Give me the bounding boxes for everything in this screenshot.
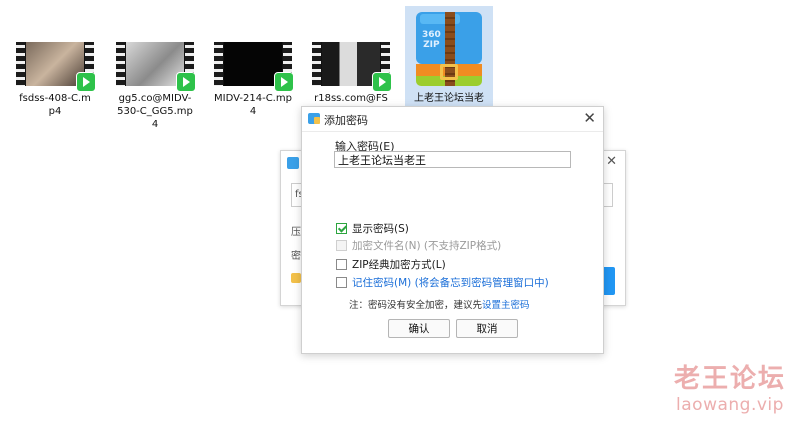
watermark-cn: 老王论坛 (673, 364, 786, 394)
video-file-gg5[interactable]: gg5.co@MIDV-530-C_GG5.mp4 (110, 8, 200, 131)
file-name: gg5.co@MIDV-530-C_GG5.mp4 (117, 93, 193, 130)
zip-archive-icon: 360 ZIP (414, 10, 484, 90)
video-file-midv214[interactable]: MIDV-214-C.mp4 (208, 8, 298, 118)
compress-label: 压 (291, 227, 301, 238)
lock-icon (291, 273, 301, 283)
add-password-dialog: 添加密码 ✕ 输入密码(E) 显示密码(S) 加密文件名(N) (不支持ZIP格… (301, 106, 604, 354)
file-name: fsdss-408-C.mp4 (19, 93, 91, 117)
note-text: 注：密码没有安全加密，建议先 (349, 300, 483, 311)
video-player-icon (76, 72, 96, 92)
video-file-r18ss[interactable]: r18ss.com@FS (306, 8, 396, 105)
zip-classic-encryption-checkbox[interactable]: ZIP经典加密方式(L) (336, 257, 446, 271)
video-player-icon (176, 72, 196, 92)
password-label: 密 (291, 251, 301, 262)
zip-classic-label: ZIP经典加密方式(L) (352, 258, 446, 271)
file-name: MIDV-214-C.mp4 (214, 93, 292, 117)
checkbox-icon (336, 276, 347, 288)
video-player-icon (274, 72, 294, 92)
close-icon[interactable]: ✕ (583, 109, 596, 127)
video-thumbnail (312, 42, 392, 92)
checkbox-disabled-icon (336, 239, 347, 251)
encrypt-filenames-label: 加密文件名(N) (不支持ZIP格式) (352, 239, 502, 252)
checkbox-icon (336, 258, 347, 270)
remember-password-label: 记住密码(M) (将会备忘到密码管理窗口中) (352, 276, 549, 289)
checkbox-checked-icon (336, 222, 347, 234)
app-icon (287, 157, 299, 169)
dialog-title: 添加密码 (324, 114, 368, 127)
file-name: 上老王论坛当老 (414, 93, 484, 104)
video-thumbnail (214, 42, 294, 92)
zip-archive-file[interactable]: 360 ZIP 上老王论坛当老 (405, 6, 493, 112)
show-password-label: 显示密码(S) (352, 222, 409, 235)
remember-password-checkbox[interactable]: 记住密码(M) (将会备忘到密码管理窗口中) (336, 275, 549, 289)
set-master-password-link[interactable]: 设置主密码 (482, 300, 530, 311)
lock-folder-icon (308, 113, 320, 124)
encrypt-filenames-checkbox: 加密文件名(N) (不支持ZIP格式) (336, 238, 501, 252)
show-password-checkbox[interactable]: 显示密码(S) (336, 221, 409, 235)
video-file-fsdss[interactable]: fsdss-408-C.mp4 (10, 8, 100, 118)
video-thumbnail (16, 42, 96, 92)
security-note: 注：密码没有安全加密，建议先设置主密码 (349, 297, 530, 311)
confirm-button[interactable]: 确认 (388, 319, 450, 338)
close-icon[interactable]: ✕ (606, 154, 617, 169)
password-input[interactable] (334, 151, 571, 168)
watermark: 老王论坛 laowang.vip (674, 363, 786, 415)
video-thumbnail (116, 42, 196, 92)
file-name: r18ss.com@FS (314, 93, 388, 104)
cancel-button[interactable]: 取消 (456, 319, 518, 338)
video-player-icon (372, 72, 392, 92)
dialog-titlebar: 添加密码 ✕ (302, 107, 603, 132)
watermark-en: laowang.vip (676, 395, 784, 415)
